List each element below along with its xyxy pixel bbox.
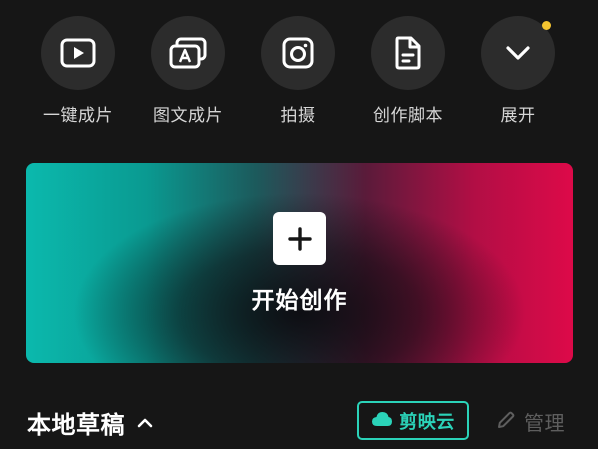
quick-action-circle (481, 16, 555, 90)
camera-icon (282, 37, 314, 69)
quick-action-circle (371, 16, 445, 90)
quick-action-label: 创作脚本 (373, 106, 443, 126)
manage-button[interactable]: 管理 (496, 407, 565, 436)
plus-icon (273, 212, 326, 265)
quick-action-label: 图文成片 (153, 106, 223, 126)
quick-action-one-click-video[interactable]: 一键成片 (23, 16, 133, 126)
chevron-down-icon (505, 45, 531, 61)
start-creating-label: 开始创作 (251, 288, 348, 314)
quick-action-shoot[interactable]: 拍摄 (243, 16, 353, 126)
pencil-icon (496, 410, 516, 434)
play-icon (60, 38, 96, 68)
manage-label: 管理 (524, 411, 565, 435)
quick-action-label: 拍摄 (280, 106, 316, 126)
home-screen: 一键成片 图文成片 拍摄 创作脚本 展开 开始创作 本地草稿 剪映云 管理 (0, 0, 598, 449)
quick-action-label: 展开 (500, 106, 536, 126)
local-drafts-toggle[interactable]: 本地草稿 (27, 405, 153, 440)
notification-dot (542, 21, 551, 30)
cloud-button-label: 剪映云 (399, 411, 455, 433)
quick-action-circle (151, 16, 225, 90)
quick-action-text-to-video[interactable]: 图文成片 (133, 16, 243, 126)
quick-action-expand[interactable]: 展开 (463, 16, 573, 126)
cloud-icon (371, 411, 393, 431)
quick-action-circle (261, 16, 335, 90)
text-image-icon (169, 37, 207, 69)
local-drafts-title: 本地草稿 (27, 411, 125, 439)
start-creating-button[interactable]: 开始创作 (26, 163, 573, 363)
quick-action-circle (41, 16, 115, 90)
quick-action-script[interactable]: 创作脚本 (353, 16, 463, 126)
jianying-cloud-button[interactable]: 剪映云 (357, 401, 469, 440)
quick-actions-row: 一键成片 图文成片 拍摄 创作脚本 展开 (40, 16, 560, 136)
script-icon (394, 36, 422, 70)
quick-action-label: 一键成片 (43, 106, 113, 126)
chevron-up-icon (137, 418, 153, 428)
